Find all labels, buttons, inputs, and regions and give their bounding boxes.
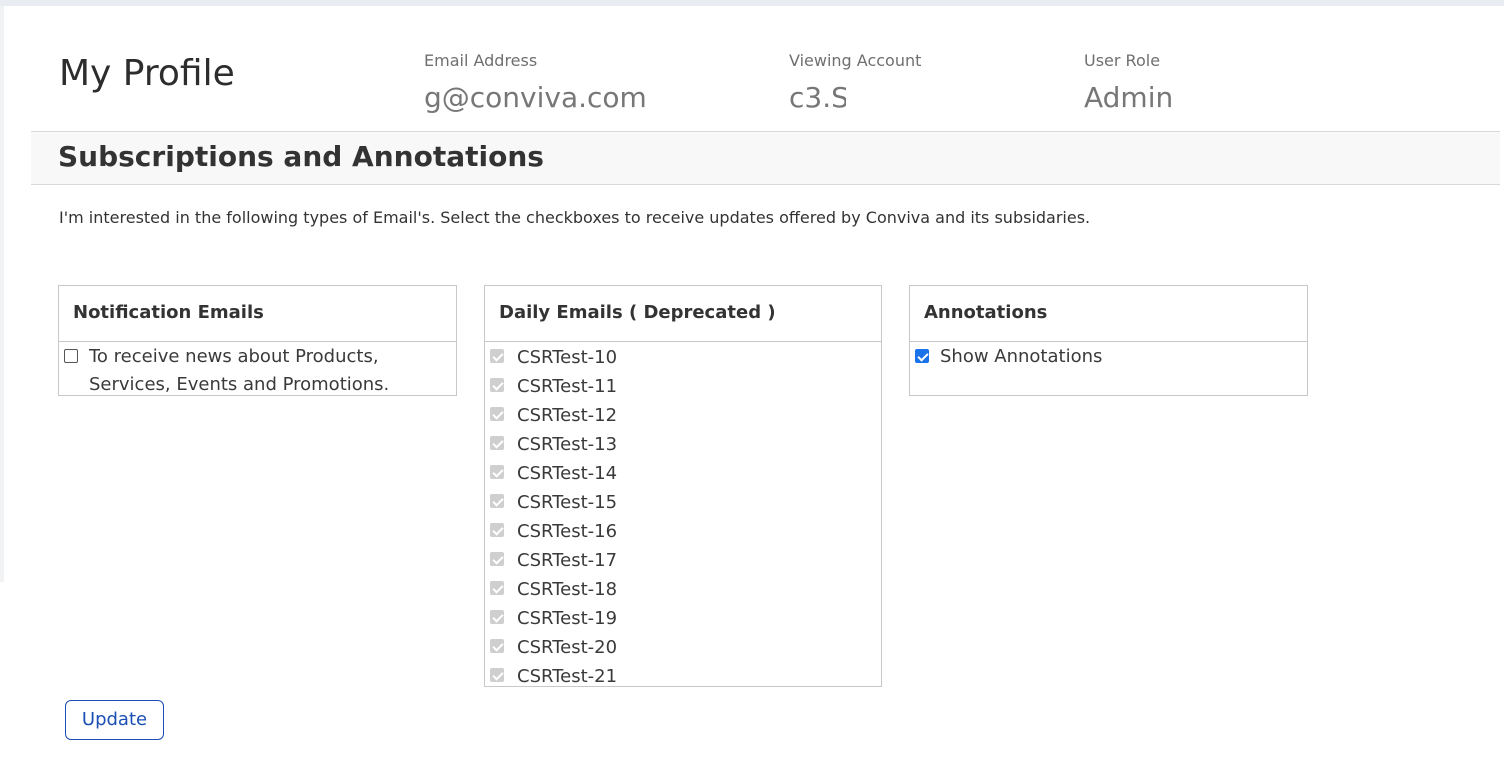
daily-email-checkbox	[490, 436, 504, 450]
daily-email-item: CSRTest-19	[485, 604, 881, 633]
daily-email-item: CSRTest-21	[485, 662, 881, 687]
email-label: Email Address	[424, 51, 538, 70]
daily-email-checkbox	[490, 349, 504, 363]
show-annotations-option[interactable]: Show Annotations	[910, 343, 1307, 371]
daily-email-label: CSRTest-13	[517, 434, 618, 455]
daily-email-checkbox	[490, 581, 504, 595]
show-annotations-checkbox[interactable]	[915, 349, 929, 363]
role-value: Admin	[1084, 81, 1174, 114]
notification-emails-title: Notification Emails	[59, 286, 456, 342]
daily-emails-title: Daily Emails ( Deprecated )	[485, 286, 881, 342]
daily-email-label: CSRTest-21	[517, 666, 618, 687]
daily-email-checkbox	[490, 378, 504, 392]
daily-email-item: CSRTest-14	[485, 459, 881, 488]
email-value: g@conviva.com	[424, 81, 647, 114]
email-info: Email Address g@conviva.com	[424, 51, 647, 116]
daily-email-checkbox	[490, 407, 504, 421]
news-subscription-label: To receive news about Products, Services…	[89, 346, 390, 395]
daily-email-label: CSRTest-15	[517, 492, 618, 513]
account-info: Viewing Account c3.Se	[789, 51, 921, 116]
daily-email-label: CSRTest-20	[517, 637, 618, 658]
daily-email-label: CSRTest-10	[517, 347, 618, 368]
daily-email-item: CSRTest-13	[485, 430, 881, 459]
daily-email-label: CSRTest-19	[517, 608, 618, 629]
daily-email-checkbox	[490, 668, 504, 682]
annotations-title: Annotations	[910, 286, 1307, 342]
daily-email-label: CSRTest-12	[517, 405, 618, 426]
notification-emails-panel: Notification Emails To receive news abou…	[58, 285, 457, 396]
section-title: Subscriptions and Annotations	[58, 140, 544, 173]
role-label: User Role	[1084, 51, 1161, 70]
page-title: My Profile	[59, 53, 235, 94]
daily-email-checkbox	[490, 465, 504, 479]
daily-email-label: CSRTest-11	[517, 376, 618, 397]
daily-email-label: CSRTest-17	[517, 550, 618, 571]
annotations-panel: Annotations Show Annotations	[909, 285, 1308, 396]
daily-email-checkbox	[490, 552, 504, 566]
daily-email-checkbox	[490, 494, 504, 508]
daily-email-item: CSRTest-10	[485, 343, 881, 372]
left-border	[0, 6, 4, 582]
daily-emails-list[interactable]: CSRTest-10 CSRTest-11 CSRTest-12 CSRTest…	[485, 342, 881, 687]
news-subscription-option[interactable]: To receive news about Products, Services…	[59, 343, 456, 399]
daily-email-item: CSRTest-15	[485, 488, 881, 517]
daily-email-label: CSRTest-14	[517, 463, 618, 484]
daily-email-checkbox	[490, 639, 504, 653]
daily-email-label: CSRTest-16	[517, 521, 618, 542]
news-subscription-checkbox[interactable]	[64, 349, 78, 363]
daily-email-item: CSRTest-18	[485, 575, 881, 604]
daily-emails-panel: Daily Emails ( Deprecated ) CSRTest-10 C…	[484, 285, 882, 687]
role-info: User Role Admin	[1084, 51, 1173, 116]
daily-email-item: CSRTest-11	[485, 372, 881, 401]
daily-email-label: CSRTest-18	[517, 579, 618, 600]
daily-email-checkbox	[490, 610, 504, 624]
daily-email-item: CSRTest-12	[485, 401, 881, 430]
update-button[interactable]: Update	[65, 700, 164, 740]
daily-email-checkbox	[490, 523, 504, 537]
account-value: c3.Se	[789, 81, 846, 114]
account-label: Viewing Account	[789, 51, 922, 70]
section-header: Subscriptions and Annotations	[31, 131, 1500, 185]
daily-email-item: CSRTest-20	[485, 633, 881, 662]
daily-email-item: CSRTest-17	[485, 546, 881, 575]
daily-email-item: CSRTest-16	[485, 517, 881, 546]
top-strip	[0, 0, 1504, 6]
show-annotations-label: Show Annotations	[940, 346, 1103, 367]
intro-text: I'm interested in the following types of…	[59, 208, 1091, 227]
